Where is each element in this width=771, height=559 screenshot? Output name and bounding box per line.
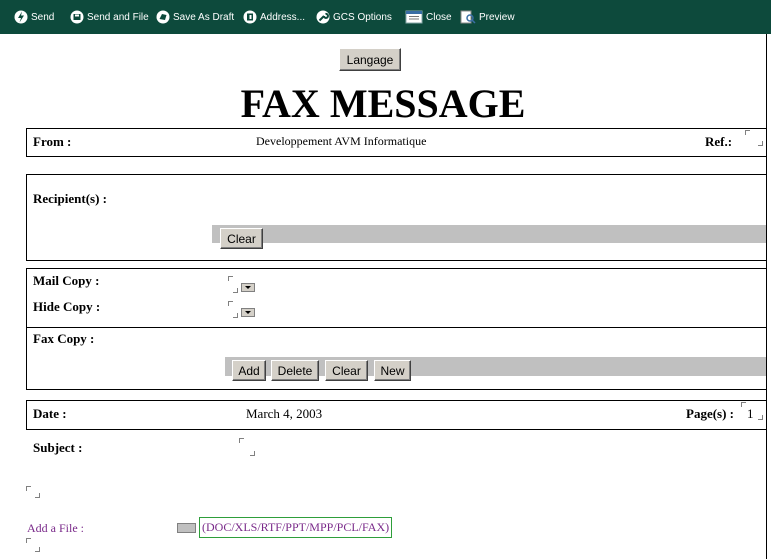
- fax-clear-button[interactable]: Clear: [325, 360, 368, 381]
- date-section: [26, 400, 767, 430]
- fax-new-button[interactable]: New: [374, 360, 411, 381]
- chevron-down-icon: [245, 311, 251, 314]
- hide-copy-dropdown[interactable]: [241, 308, 255, 317]
- add-file-label: Add a File :: [27, 521, 84, 535]
- language-button[interactable]: Langage: [339, 48, 401, 71]
- close-button[interactable]: Close: [405, 0, 452, 34]
- close-label: Close: [426, 11, 452, 23]
- mail-copy-field-end: [228, 283, 238, 293]
- fax-copy-label: Fax Copy :: [33, 331, 95, 346]
- date-value: March 4, 2003: [246, 406, 323, 421]
- address-label: Address...: [260, 11, 306, 23]
- gcs-options-button[interactable]: GCS Options: [316, 0, 392, 34]
- close-window-icon: [405, 10, 423, 24]
- ref-field[interactable]: [745, 130, 763, 146]
- recipients-label: Recipient(s) :: [33, 191, 108, 206]
- lightning-icon: [14, 10, 28, 24]
- address-button[interactable]: Address...: [243, 0, 305, 34]
- save-as-draft-button[interactable]: Save As Draft: [156, 0, 234, 34]
- preview-label: Preview: [479, 11, 515, 23]
- draft-icon: [156, 10, 170, 24]
- fax-add-button[interactable]: Add: [232, 360, 266, 381]
- mail-copy-dropdown[interactable]: [241, 283, 255, 292]
- from-value: Developpement AVM Informatique: [256, 134, 427, 148]
- page-title: FAX MESSAGE: [240, 81, 526, 126]
- chevron-down-icon: [245, 286, 251, 289]
- hide-copy-field-end: [228, 308, 238, 318]
- add-file-button[interactable]: [177, 523, 196, 533]
- recipients-section: [26, 174, 767, 261]
- preview-button[interactable]: Preview: [460, 0, 515, 34]
- recipients-clear-button[interactable]: Clear: [220, 228, 263, 249]
- address-book-icon: [243, 10, 257, 24]
- hide-copy-label: Hide Copy :: [33, 299, 101, 314]
- file-types-link[interactable]: (DOC/XLS/RTF/PPT/MPP/PCL/FAX): [199, 517, 393, 538]
- toolbar: Send Send and File Save As Draft Address…: [0, 0, 771, 34]
- pages-value: 1: [747, 406, 754, 421]
- copies-divider: [26, 327, 767, 328]
- preview-icon: [460, 10, 476, 24]
- send-button[interactable]: Send: [14, 0, 54, 34]
- date-label: Date :: [33, 406, 67, 421]
- gcs-options-label: GCS Options: [333, 11, 392, 23]
- pages-label: Page(s) :: [686, 406, 735, 421]
- ref-label: Ref.:: [705, 134, 733, 149]
- wrench-icon: [316, 10, 330, 24]
- fax-delete-button[interactable]: Delete: [271, 360, 319, 381]
- body-text-field[interactable]: [26, 486, 40, 498]
- save-as-draft-label: Save As Draft: [173, 11, 235, 23]
- mail-copy-label: Mail Copy :: [33, 273, 100, 288]
- from-label: From :: [33, 134, 72, 149]
- file-field[interactable]: [26, 538, 40, 552]
- subject-label: Subject :: [33, 440, 83, 455]
- disk-icon: [70, 10, 84, 24]
- send-label: Send: [31, 11, 55, 23]
- recipients-bar: [212, 225, 766, 243]
- send-and-file-label: Send and File: [87, 11, 149, 23]
- subject-field[interactable]: [239, 438, 255, 456]
- send-and-file-button[interactable]: Send and File: [70, 0, 149, 34]
